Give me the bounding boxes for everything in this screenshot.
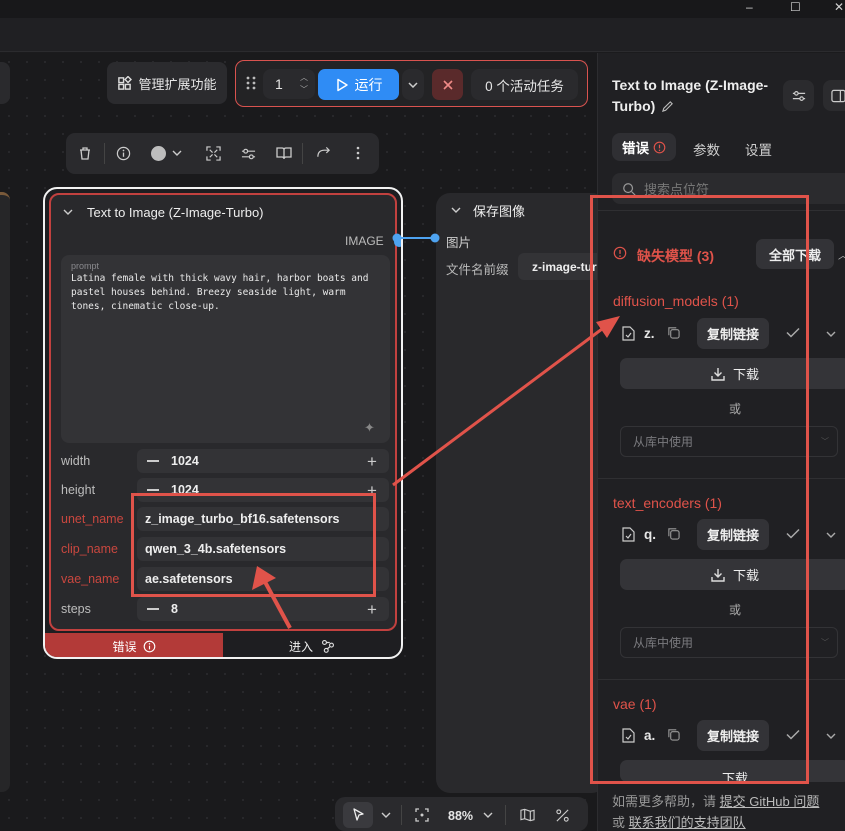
divider [401,805,402,825]
fit-screen-icon[interactable] [415,808,429,822]
cursor-icon [352,808,365,822]
map-icon[interactable] [520,808,535,822]
chevron-down-icon[interactable] [483,812,493,818]
canvas-bottom-bar: 88% [335,797,588,831]
annotation-arrows [252,316,620,629]
select-tool-button[interactable] [343,802,373,828]
chevron-down-icon[interactable] [381,812,391,818]
divider [505,805,506,825]
zoom-level[interactable]: 88% [448,809,473,823]
hide-links-icon[interactable] [555,808,570,823]
